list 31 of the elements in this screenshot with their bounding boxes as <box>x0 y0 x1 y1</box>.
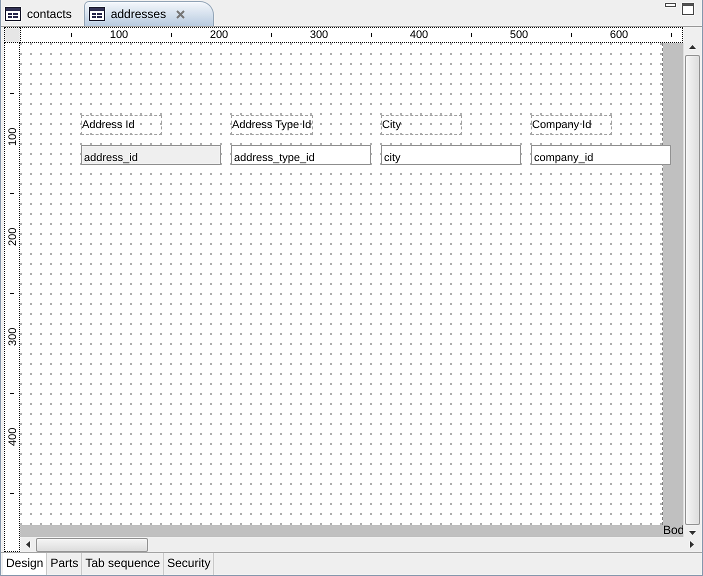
scrollbar-thumb[interactable] <box>684 55 700 525</box>
editor-tab[interactable]: addresses <box>84 1 214 26</box>
text-field[interactable]: address_id <box>81 145 221 165</box>
text-field[interactable]: city <box>381 145 521 165</box>
editor-tab[interactable]: contacts <box>1 2 84 26</box>
scroll-left-icon[interactable] <box>26 541 30 548</box>
minimize-icon[interactable] <box>665 3 676 8</box>
page-tab[interactable]: Tab sequence <box>82 553 164 575</box>
ruler-label: 400 <box>410 29 428 41</box>
form-icon <box>5 7 21 21</box>
field-label: Company Id <box>531 115 612 135</box>
page-tab[interactable]: Security <box>164 553 214 575</box>
page-tab[interactable]: Parts <box>47 553 82 575</box>
scroll-right-icon[interactable] <box>690 541 694 548</box>
text-field[interactable]: company_id <box>531 145 671 165</box>
ruler-label: 100 <box>110 29 128 41</box>
maximize-icon[interactable] <box>682 3 694 15</box>
text-field[interactable]: address_type_id <box>231 145 371 165</box>
page-tab[interactable]: Design <box>3 553 48 575</box>
ruler-label: 300 <box>310 29 328 41</box>
ruler-label: 500 <box>510 29 528 41</box>
close-icon[interactable] <box>176 10 186 18</box>
field-label: City <box>381 115 462 135</box>
ruler-label: 600 <box>610 29 628 41</box>
scroll-down-icon[interactable] <box>688 531 696 535</box>
scroll-up-icon[interactable] <box>688 45 696 49</box>
field-label: Address Type Id <box>231 115 314 135</box>
field-label: Address Id <box>81 115 162 135</box>
ruler-label: 200 <box>210 29 228 41</box>
form-icon <box>88 7 105 21</box>
scrollbar-thumb[interactable] <box>36 538 148 552</box>
